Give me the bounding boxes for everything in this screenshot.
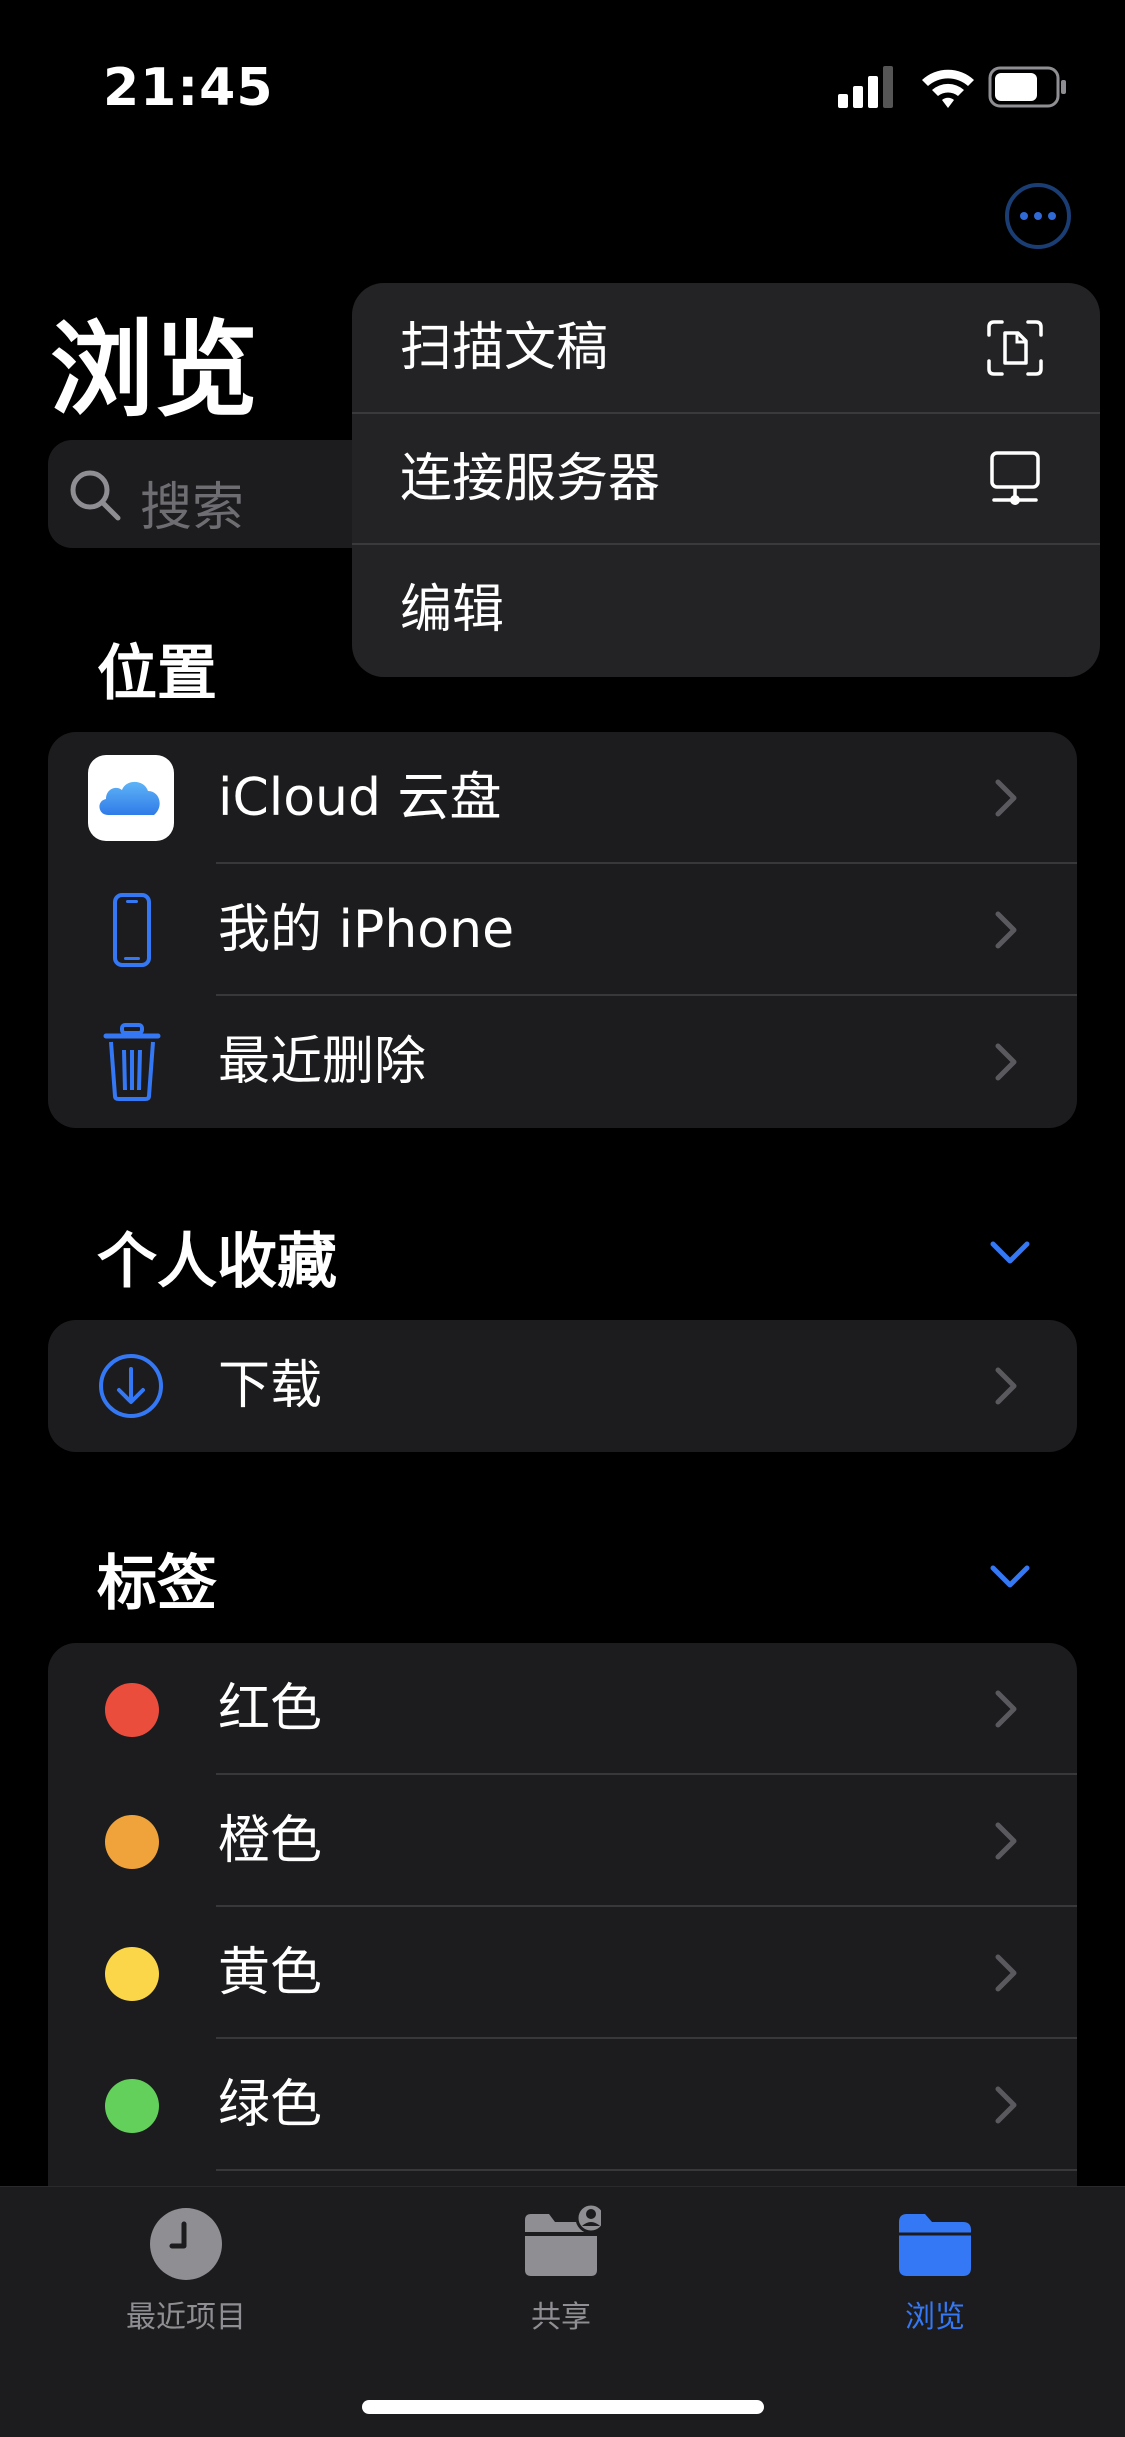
icloud-icon xyxy=(88,755,174,841)
cellular-signal-icon xyxy=(838,66,893,108)
ellipsis-dot xyxy=(1034,212,1042,220)
list-item-recently-deleted[interactable]: 最近删除 xyxy=(48,996,1077,1128)
search-icon xyxy=(70,470,121,521)
tab-recents[interactable]: 最近项目 xyxy=(66,2204,306,2335)
list-item-label: 最近删除 xyxy=(218,1032,427,1092)
ellipsis-dot xyxy=(1048,212,1056,220)
chevron-right-icon xyxy=(995,779,1017,817)
list-item-tag-green[interactable]: 绿色 xyxy=(48,2039,1077,2171)
tag-color-dot xyxy=(105,1683,159,1737)
server-icon xyxy=(990,451,1040,505)
wifi-icon xyxy=(922,69,974,108)
tab-label: 最近项目 xyxy=(126,2300,246,2335)
tab-browse[interactable]: 浏览 xyxy=(815,2204,1055,2335)
tab-label: 浏览 xyxy=(905,2300,965,2335)
list-item-tag-orange[interactable]: 橙色 xyxy=(48,1775,1077,1907)
tab-shared[interactable]: 共享 xyxy=(441,2204,681,2335)
list-item-tag-red[interactable]: 红色 xyxy=(48,1643,1077,1775)
list-item-label: 橙色 xyxy=(218,1811,323,1871)
menu-item-label: 扫描文稿 xyxy=(400,318,609,378)
list-item-icloud[interactable]: iCloud 云盘 xyxy=(48,732,1077,864)
list-item-label: 黄色 xyxy=(218,1943,323,2003)
favorites-list: 下载 xyxy=(48,1320,1077,1452)
list-item-label: 下载 xyxy=(218,1356,323,1416)
status-time: 21:45 xyxy=(103,58,274,118)
doc-scan-icon xyxy=(987,320,1043,376)
shared-folder-icon xyxy=(525,2204,601,2276)
chevron-right-icon xyxy=(995,2086,1017,2124)
tag-color-dot xyxy=(105,1947,159,2001)
chevron-down-icon[interactable] xyxy=(988,1238,1032,1268)
list-item-label: 我的 iPhone xyxy=(218,900,515,960)
menu-item-connect-server[interactable]: 连接服务器 xyxy=(352,414,1100,545)
list-item-label: 绿色 xyxy=(218,2075,323,2135)
more-options-button[interactable] xyxy=(1005,183,1071,249)
section-title-locations: 位置 xyxy=(97,639,217,709)
folder-icon xyxy=(899,2214,971,2276)
tag-color-dot xyxy=(105,2079,159,2133)
list-item-my-iphone[interactable]: 我的 iPhone xyxy=(48,864,1077,996)
list-item-label: iCloud 云盘 xyxy=(218,768,502,828)
menu-item-scan-documents[interactable]: 扫描文稿 xyxy=(352,283,1100,414)
section-title-favorites: 个人收藏 xyxy=(97,1227,337,1297)
battery-icon xyxy=(988,66,1066,108)
search-placeholder: 搜索 xyxy=(140,478,245,538)
locations-list: iCloud 云盘 我的 iPhone 最近删除 xyxy=(48,732,1077,1128)
chevron-right-icon xyxy=(995,1367,1017,1405)
menu-item-edit[interactable]: 编辑 xyxy=(352,545,1100,676)
clock-icon xyxy=(150,2208,222,2280)
divider xyxy=(216,2169,1077,2171)
download-icon xyxy=(99,1354,163,1418)
menu-item-label: 编辑 xyxy=(400,580,505,640)
list-item-downloads[interactable]: 下载 xyxy=(48,1320,1077,1452)
list-item-tag-yellow[interactable]: 黄色 xyxy=(48,1907,1077,2039)
menu-item-label: 连接服务器 xyxy=(400,449,661,509)
chevron-right-icon xyxy=(995,911,1017,949)
trash-icon xyxy=(103,1023,161,1101)
tab-label: 共享 xyxy=(531,2300,591,2335)
chevron-right-icon xyxy=(995,1043,1017,1081)
chevron-right-icon xyxy=(995,1822,1017,1860)
chevron-down-icon[interactable] xyxy=(988,1562,1032,1592)
list-item-label: 红色 xyxy=(218,1679,323,1739)
page-title: 浏览 xyxy=(50,309,259,431)
tag-color-dot xyxy=(105,1815,159,1869)
section-title-tags: 标签 xyxy=(97,1549,217,1619)
context-menu: 扫描文稿 连接服务器 编辑 xyxy=(352,283,1100,677)
chevron-right-icon xyxy=(995,1690,1017,1728)
home-indicator[interactable] xyxy=(362,2400,764,2414)
ellipsis-icon xyxy=(1020,212,1028,220)
tags-list: 红色 橙色 黄色 绿色 xyxy=(48,1643,1077,2243)
iphone-icon xyxy=(113,893,151,967)
chevron-right-icon xyxy=(995,1954,1017,1992)
